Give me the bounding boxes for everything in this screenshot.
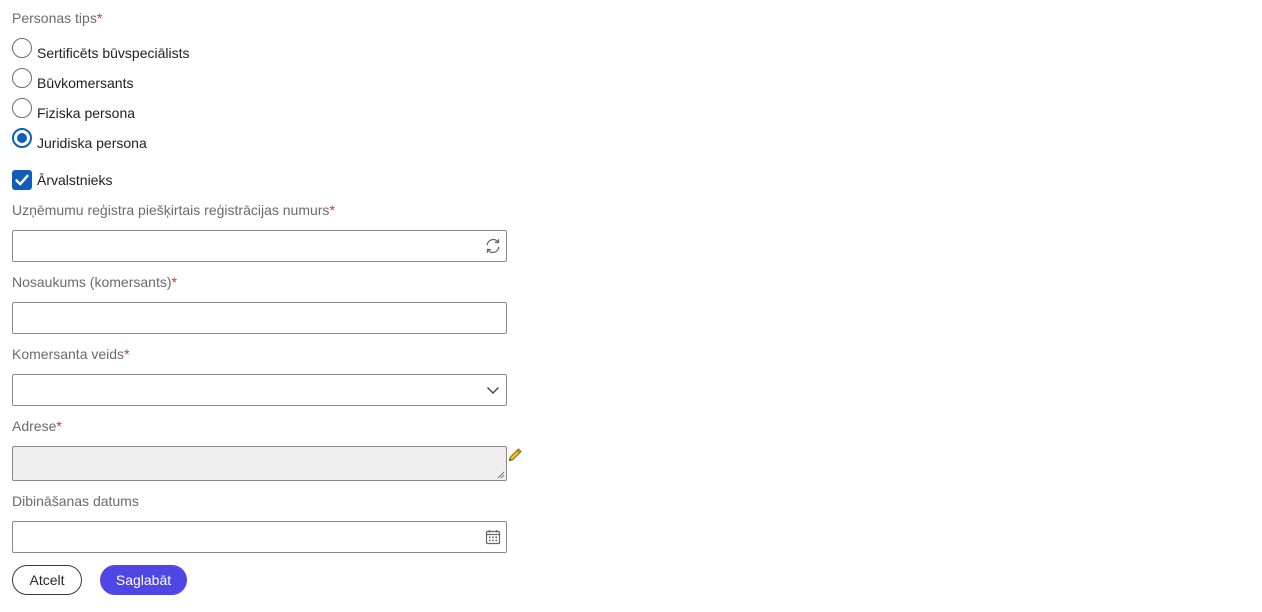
- required-mark: *: [96, 10, 103, 26]
- chevron-down-icon[interactable]: [484, 381, 502, 399]
- required-mark: *: [56, 418, 62, 434]
- company-name-input[interactable]: [12, 302, 507, 334]
- person-form: Personas tips* Sertificēts būvspeciālist…: [0, 0, 1262, 612]
- company-type-label: Komersanta veids*: [12, 346, 130, 362]
- founding-date-label-text: Dibināšanas datums: [12, 493, 139, 509]
- radio-buvkomersants[interactable]: [12, 68, 32, 88]
- foreigner-label[interactable]: Ārvalstnieks: [37, 172, 112, 188]
- address-label: Adrese*: [12, 418, 62, 434]
- required-mark: *: [124, 346, 130, 362]
- refresh-icon[interactable]: [484, 237, 502, 255]
- pencil-icon[interactable]: [507, 446, 524, 463]
- radio-sertificets-buvspecialists[interactable]: [12, 38, 32, 58]
- company-type-label-text: Komersanta veids: [12, 346, 125, 362]
- founding-date-input[interactable]: [12, 521, 507, 553]
- radio-label-buvkomersants[interactable]: Būvkomersants: [37, 75, 133, 91]
- founding-date-label: Dibināšanas datums: [12, 493, 139, 509]
- required-mark: *: [171, 274, 177, 290]
- registration-number-label: Uzņēmumu reģistra piešķirtais reģistrāci…: [12, 202, 335, 218]
- calendar-icon[interactable]: [484, 528, 502, 546]
- registration-number-label-text: Uzņēmumu reģistra piešķirtais reģistrāci…: [12, 202, 330, 218]
- person-type-label: Personas tips*: [12, 10, 102, 26]
- company-name-label-text: Nosaukums (komersants): [12, 274, 172, 290]
- radio-juridiska-persona[interactable]: [12, 128, 32, 148]
- checkmark-icon: [15, 174, 29, 186]
- address-label-text: Adrese: [12, 418, 57, 434]
- person-type-label-text: Personas tips: [12, 10, 97, 26]
- required-mark: *: [329, 202, 335, 218]
- company-name-label: Nosaukums (komersants)*: [12, 274, 177, 290]
- cancel-button[interactable]: Atcelt: [12, 565, 82, 595]
- address-textarea: [12, 446, 507, 481]
- radio-label-juridiska-persona[interactable]: Juridiska persona: [37, 135, 147, 151]
- company-type-select[interactable]: [12, 374, 507, 406]
- registration-number-input[interactable]: [12, 230, 507, 262]
- radio-label-sertificets-buvspecialists[interactable]: Sertificēts būvspeciālists: [37, 45, 190, 61]
- radio-label-fiziska-persona[interactable]: Fiziska persona: [37, 105, 135, 121]
- radio-fiziska-persona[interactable]: [12, 98, 32, 118]
- resize-handle-icon[interactable]: [497, 471, 505, 479]
- save-button[interactable]: Saglabāt: [100, 565, 187, 595]
- foreigner-checkbox[interactable]: [12, 170, 32, 190]
